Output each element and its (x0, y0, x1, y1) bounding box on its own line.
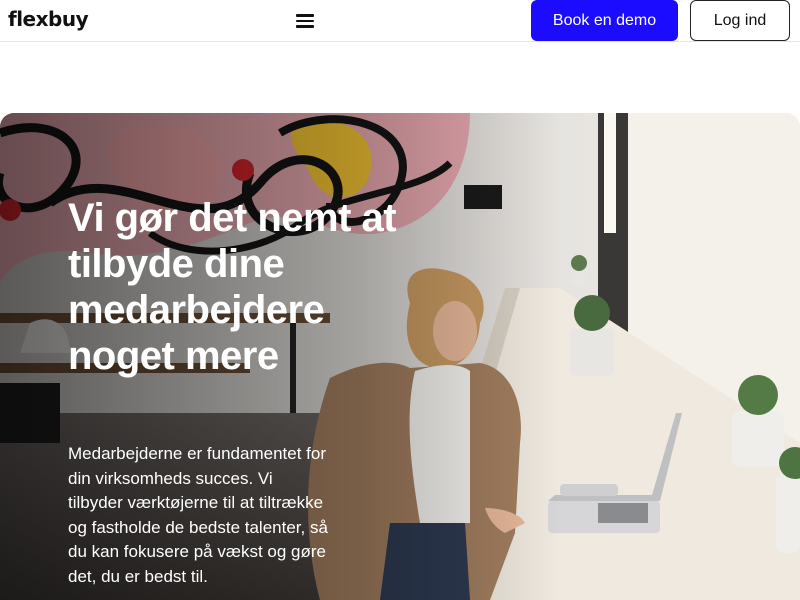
hero-banner: Vi gør det nemt at tilbyde dine medarbej… (0, 113, 800, 600)
menu-line (296, 25, 314, 28)
hamburger-menu-icon[interactable] (293, 10, 317, 32)
menu-line (296, 19, 314, 23)
top-navigation: flexbuy Book en demo Log ind (0, 0, 800, 42)
hero-description: Medarbejderne er fundamentet for din vir… (68, 444, 328, 586)
login-button[interactable]: Log ind (690, 0, 790, 41)
flexbuy-logo[interactable]: flexbuy (8, 7, 89, 31)
book-demo-button[interactable]: Book en demo (531, 0, 678, 41)
menu-line (296, 14, 314, 17)
hero-heading: Vi gør det nemt at tilbyde dine medarbej… (68, 196, 397, 378)
